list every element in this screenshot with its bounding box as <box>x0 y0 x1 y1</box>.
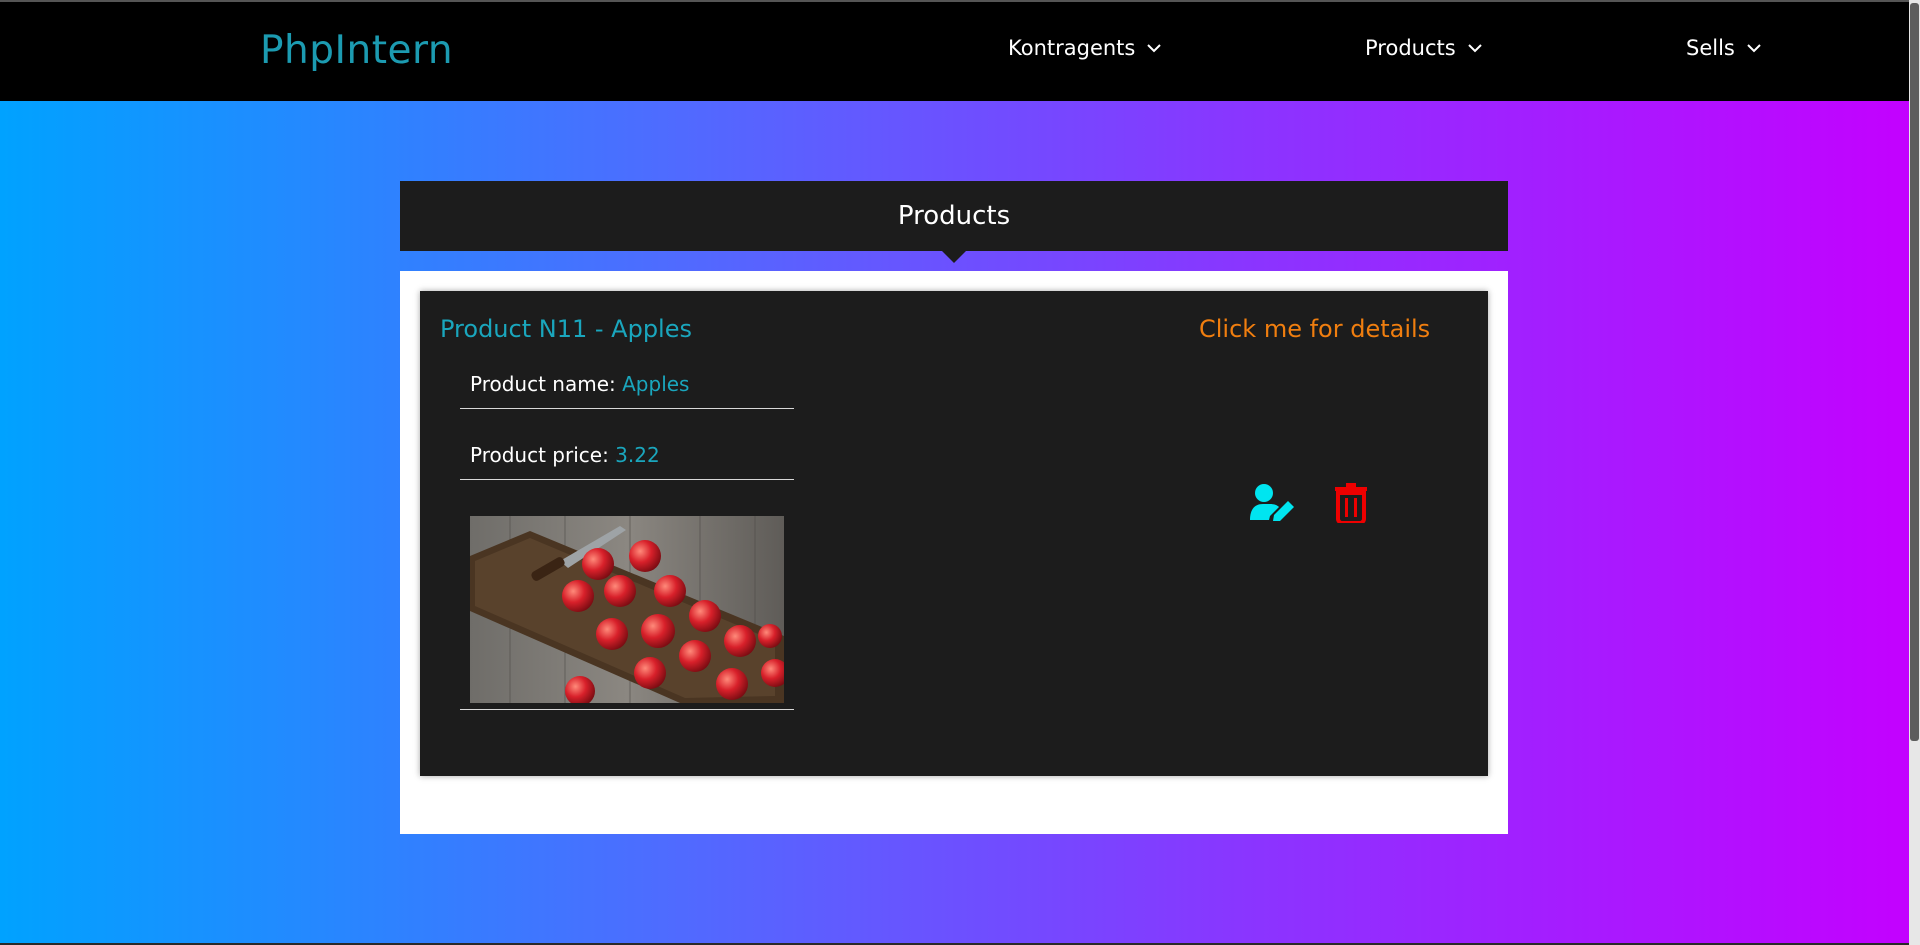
delete-product-button[interactable] <box>1334 483 1368 527</box>
product-name-field: Product name: Apples <box>460 361 794 409</box>
details-link[interactable]: Click me for details <box>1199 315 1430 343</box>
edit-product-button[interactable] <box>1250 483 1296 525</box>
trash-icon <box>1335 483 1367 525</box>
page-header: Products <box>400 181 1508 251</box>
products-panel: Product N11 - Apples Click me for detail… <box>400 271 1508 834</box>
product-image-container <box>460 506 794 710</box>
top-navbar: PhpIntern Kontragents Products Sells <box>0 2 1909 101</box>
nav-item-label: Products <box>1365 36 1456 60</box>
header-pointer <box>942 251 966 263</box>
nav-item-label: Kontragents <box>1008 36 1136 60</box>
user-edit-icon <box>1250 484 1294 521</box>
product-price-value: 3.22 <box>615 443 660 467</box>
nav-item-kontragents[interactable]: Kontragents <box>1008 36 1163 60</box>
product-card: Product N11 - Apples Click me for detail… <box>420 291 1488 776</box>
product-name-label: Product name: <box>470 372 616 396</box>
chevron-down-icon <box>1467 44 1482 53</box>
nav-item-label: Sells <box>1686 36 1735 60</box>
product-card-title: Product N11 - Apples <box>440 315 692 343</box>
page-title: Products <box>897 201 1011 231</box>
product-image <box>470 516 784 703</box>
product-price-label: Product price: <box>470 443 609 467</box>
nav-item-sells[interactable]: Sells <box>1686 36 1763 60</box>
scrollbar[interactable] <box>1909 0 1920 945</box>
nav-item-products[interactable]: Products <box>1365 36 1484 60</box>
product-price-field: Product price: 3.22 <box>460 432 794 480</box>
chevron-down-icon <box>1747 44 1761 53</box>
brand-logo[interactable]: PhpIntern <box>260 28 453 73</box>
scrollbar-thumb[interactable] <box>1910 3 1919 741</box>
chevron-down-icon <box>1147 44 1162 53</box>
product-name-value: Apples <box>622 372 690 396</box>
